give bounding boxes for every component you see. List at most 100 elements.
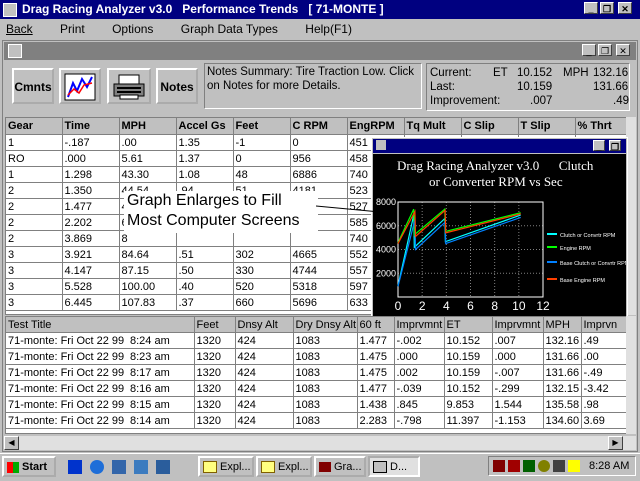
tests-cell: 1.438 bbox=[357, 396, 395, 413]
tests-table-scrollbar[interactable] bbox=[626, 316, 636, 434]
run-cell: 0 bbox=[290, 134, 348, 151]
tests-col-header[interactable]: 60 ft bbox=[357, 317, 395, 333]
graph-title-bar[interactable]: _ ❐ bbox=[373, 139, 626, 153]
show-desktop-icon[interactable] bbox=[134, 460, 148, 474]
ie-icon[interactable] bbox=[90, 460, 104, 474]
tests-cell: .49 bbox=[581, 332, 626, 349]
tests-cell: 1320 bbox=[194, 332, 236, 349]
notes-button[interactable]: Notes bbox=[156, 68, 198, 104]
print-button[interactable] bbox=[107, 68, 151, 104]
run-col-header[interactable]: Accel Gs bbox=[176, 118, 234, 135]
maximize-button[interactable]: ❐ bbox=[600, 2, 614, 14]
tests-row[interactable]: 71-monte: Fri Oct 22 99 8:24 am 1320 424 108… bbox=[6, 332, 626, 349]
start-button[interactable]: Start bbox=[2, 456, 56, 477]
x-tick-label: 10 bbox=[512, 299, 526, 313]
menu-graph-data-types[interactable]: Graph Data Types bbox=[181, 22, 278, 36]
callout-line-2: Most Computer Screens bbox=[127, 212, 300, 229]
child-maximize-button[interactable]: ❐ bbox=[598, 44, 612, 56]
run-col-header[interactable]: Time bbox=[62, 118, 120, 135]
run-cell: 1.477 bbox=[62, 198, 120, 215]
tests-col-header[interactable]: Dnsy Alt bbox=[235, 317, 294, 333]
graph-button[interactable] bbox=[59, 68, 101, 104]
callout-line-1: Graph Enlarges to Fill bbox=[127, 192, 282, 209]
run-col-header[interactable]: MPH bbox=[119, 118, 177, 135]
run-col-header[interactable]: Feet bbox=[233, 118, 291, 135]
quicklaunch-icon-3[interactable] bbox=[112, 460, 126, 474]
y-tick-label: 6000 bbox=[376, 221, 396, 231]
run-cell: 6886 bbox=[290, 166, 348, 183]
run-col-header[interactable]: Tq Mult bbox=[404, 118, 462, 135]
tests-row[interactable]: 71-monte: Fri Oct 22 99 8:16 am 1320 424 108… bbox=[6, 380, 626, 397]
menu-options[interactable]: Options bbox=[112, 22, 153, 36]
menu-back[interactable]: Back bbox=[6, 22, 33, 36]
tests-cell: 1320 bbox=[194, 412, 236, 429]
scroll-right-arrow[interactable]: ▶ bbox=[608, 436, 623, 450]
tests-cell: 1320 bbox=[194, 348, 236, 365]
tests-col-header[interactable]: ET bbox=[444, 317, 493, 333]
tests-col-header[interactable]: Feet bbox=[194, 317, 236, 333]
comments-button[interactable]: Cmnts bbox=[12, 68, 54, 104]
close-button[interactable]: ✕ bbox=[618, 2, 632, 14]
child-close-button[interactable]: ✕ bbox=[616, 44, 630, 56]
tests-row[interactable]: 71-monte: Fri Oct 22 99 8:15 am 1320 424 108… bbox=[6, 396, 626, 413]
tray-icon-5[interactable] bbox=[553, 460, 565, 472]
task-explorer-1[interactable]: Expl... bbox=[198, 456, 254, 477]
et-label: ET bbox=[493, 67, 508, 79]
summary-panel: Current: ET 10.152 MPH 132.16 Last: 10.1… bbox=[426, 63, 630, 111]
tests-cell: 1.477 bbox=[357, 332, 395, 349]
child-minimize-button[interactable]: _ bbox=[582, 44, 596, 56]
tray-icon-3[interactable] bbox=[523, 460, 535, 472]
tests-row[interactable]: 71-monte: Fri Oct 22 99 8:14 am 1320 424 108… bbox=[6, 412, 626, 429]
horizontal-scrollbar[interactable]: ◀ ▶ bbox=[4, 435, 636, 450]
task-graph[interactable]: Gra... bbox=[314, 456, 366, 477]
callout-arrow bbox=[316, 205, 381, 213]
tests-row[interactable]: 71-monte: Fri Oct 22 99 8:23 am 1320 424 108… bbox=[6, 348, 626, 365]
quicklaunch-icon-5[interactable] bbox=[156, 460, 170, 474]
run-cell: 3 bbox=[6, 262, 63, 279]
tests-col-header[interactable]: Imprvmnt bbox=[394, 317, 445, 333]
improvement-label: Improvement: bbox=[430, 95, 501, 107]
app-icon bbox=[3, 3, 17, 17]
menu-print[interactable]: Print bbox=[60, 22, 85, 36]
tests-col-header[interactable]: Dry Dnsy Alt bbox=[293, 317, 358, 333]
clock[interactable]: 8:28 AM bbox=[589, 460, 629, 472]
tests-table-wrap[interactable]: Test Title Feet Dnsy Alt Dry Dnsy Alt 60 ft I… bbox=[5, 316, 627, 434]
last-label: Last: bbox=[430, 81, 455, 93]
tests-cell: -1.153 bbox=[492, 412, 544, 429]
graph-window[interactable]: _ ❐ Drag Racing Analyzer v3.0 Clutch or … bbox=[371, 137, 628, 319]
tray-icon-1[interactable] bbox=[493, 460, 505, 472]
run-cell: 5.528 bbox=[62, 278, 120, 295]
tests-col-header[interactable]: Imprvmnt bbox=[492, 317, 544, 333]
minimize-button[interactable]: _ bbox=[584, 2, 598, 14]
graph-icon bbox=[64, 73, 96, 101]
start-label: Start bbox=[22, 461, 48, 473]
tray-icon-4[interactable] bbox=[538, 460, 550, 472]
tests-row[interactable]: 71-monte: Fri Oct 22 99 8:17 am 1320 424 108… bbox=[6, 364, 626, 381]
tests-cell: 1083 bbox=[293, 332, 358, 349]
tests-cell: 10.159 bbox=[444, 348, 493, 365]
run-col-header[interactable]: C RPM bbox=[290, 118, 348, 135]
tests-col-header[interactable]: MPH bbox=[543, 317, 582, 333]
title-bar[interactable]: Drag Racing Analyzer v3.0 Performance Tr… bbox=[0, 0, 640, 19]
task-drag-racing[interactable]: D... bbox=[368, 456, 420, 477]
run-cell: .37 bbox=[176, 294, 234, 311]
graph-maximize-button[interactable]: ❐ bbox=[609, 140, 621, 152]
volume-icon[interactable] bbox=[568, 460, 580, 472]
scroll-left-arrow[interactable]: ◀ bbox=[4, 436, 19, 450]
graph-minimize-button[interactable]: _ bbox=[593, 140, 605, 152]
tests-col-header[interactable]: Imprvn bbox=[581, 317, 626, 333]
notes-summary: Notes Summary: Tire Traction Low. Click … bbox=[204, 63, 422, 109]
run-col-header[interactable]: % Thrt bbox=[575, 118, 626, 135]
tests-cell: -.002 bbox=[394, 332, 445, 349]
run-col-header[interactable]: T Slip bbox=[518, 118, 576, 135]
task-explorer-2[interactable]: Expl... bbox=[256, 456, 312, 477]
quicklaunch-icon-1[interactable] bbox=[68, 460, 82, 474]
legend-label: Base Engine RPM bbox=[560, 278, 605, 284]
menu-help[interactable]: Help(F1) bbox=[305, 22, 352, 36]
run-col-header[interactable]: C Slip bbox=[461, 118, 519, 135]
tests-col-header[interactable]: Test Title bbox=[6, 317, 195, 333]
child-title-bar[interactable]: _ ❐ ✕ bbox=[4, 42, 636, 60]
run-col-header[interactable]: EngRPM bbox=[347, 118, 405, 135]
run-col-header[interactable]: Gear bbox=[6, 118, 63, 135]
tray-icon-2[interactable] bbox=[508, 460, 520, 472]
